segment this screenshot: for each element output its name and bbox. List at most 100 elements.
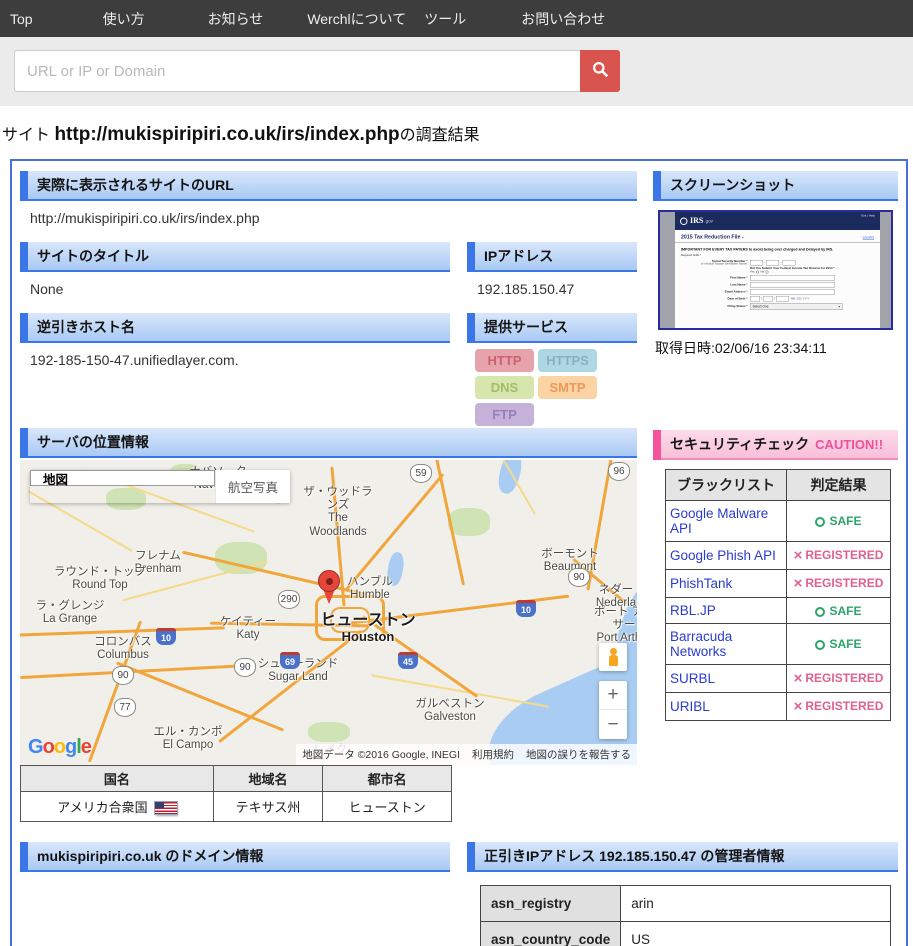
table-row: URIBL ×REGISTERED <box>666 693 891 721</box>
map-type-satellite-button[interactable]: 航空写真 <box>215 470 290 503</box>
registered-x-icon: × <box>794 575 803 592</box>
result-panel: 実際に表示されるサイトのURL http://mukispiripiri.co.… <box>10 159 908 946</box>
section-actual-url-header: 実際に表示されるサイトのURL <box>20 171 637 201</box>
geo-header-city: 都市名 <box>323 766 452 792</box>
site-screenshot-thumbnail[interactable]: IRS .gov Exit | Help 2015 Tax Reduction … <box>658 210 893 330</box>
caution-label: CAUTION!! <box>815 437 883 452</box>
map-data-credit: 地図データ ©2016 Google, INEGI <box>296 744 466 765</box>
blacklist-link[interactable]: URIBL <box>666 693 787 721</box>
section-site-title-header: サイトのタイトル <box>20 242 450 272</box>
route-shield: 77 <box>114 698 136 717</box>
page-title-url: http://mukispiripiri.co.uk/irs/index.php <box>54 124 399 145</box>
blacklist-link[interactable]: Google Malware API <box>666 501 787 542</box>
irs-page-title: 2015 Tax Reduction File - <box>681 234 744 240</box>
google-logo[interactable]: Google <box>28 736 91 759</box>
nav-item-about[interactable]: Werchlについて <box>307 9 406 29</box>
table-row: PhishTank ×REGISTERED <box>666 570 891 598</box>
site-title-value: None <box>20 272 450 313</box>
section-admin-info-header: 正引きIPアドレス 192.185.150.47 の管理者情報 <box>467 842 898 872</box>
route-shield: 290 <box>278 590 300 609</box>
irs-logo-icon <box>680 217 688 225</box>
route-shield: 45 <box>398 652 418 669</box>
map-place: ガルベストンGalveston <box>415 698 484 724</box>
geo-country-cell: アメリカ合衆国 <box>21 792 214 822</box>
asn-value: US <box>621 922 891 946</box>
map-city-label: ヒューストンHouston <box>320 612 415 645</box>
blacklist-link[interactable]: PhishTank <box>666 570 787 598</box>
blacklist-link[interactable]: RBL.JP <box>666 598 787 624</box>
result-safe: SAFE <box>787 501 891 542</box>
result-safe: SAFE <box>787 624 891 665</box>
table-row: SURBL ×REGISTERED <box>666 665 891 693</box>
nav-item-news[interactable]: お知らせ <box>208 9 264 29</box>
pegman-button[interactable] <box>599 643 627 671</box>
security-col-result: 判定結果 <box>787 470 891 501</box>
page-title: サイト http://mukispiripiri.co.uk/irs/index… <box>2 121 913 146</box>
result-registered: ×REGISTERED <box>787 570 891 598</box>
map-zoom-control: + − <box>599 681 627 739</box>
nav-item-contact[interactable]: お問い合わせ <box>521 9 605 29</box>
table-row: Barracuda Networks SAFE <box>666 624 891 665</box>
service-badges: HTTP HTTPS DNS SMTP FTP <box>467 343 599 428</box>
irs-filing-label: Filing Status * <box>675 305 750 308</box>
result-registered: ×REGISTERED <box>787 693 891 721</box>
geo-city-cell: ヒューストン <box>323 792 452 822</box>
registered-x-icon: × <box>794 698 803 715</box>
irs-exit-help: Exit | Help <box>861 215 875 218</box>
section-domain-info-header: mukispiripiri.co.uk のドメイン情報 <box>20 842 450 872</box>
section-screenshot-header: スクリーンショット <box>653 171 898 201</box>
geo-header-region: 地域名 <box>213 766 322 792</box>
asn-key: asn_registry <box>481 886 621 922</box>
irs-lang-link: español <box>863 236 874 240</box>
irs-email-label: Email Address * <box>675 290 750 293</box>
table-row: Google Phish API ×REGISTERED <box>666 542 891 570</box>
route-shield: 10 <box>156 628 176 645</box>
section-reverse-host-header: 逆引きホスト名 <box>20 313 450 343</box>
terms-link[interactable]: 利用規約 <box>466 744 520 765</box>
us-flag-icon <box>155 802 177 814</box>
blacklist-link[interactable]: SURBL <box>666 665 787 693</box>
search-input[interactable] <box>14 50 580 92</box>
route-shield: 96 <box>608 462 630 481</box>
safe-circle-icon <box>815 517 825 527</box>
table-row: asn_registry arin <box>481 886 891 922</box>
page-title-prefix: サイト <box>2 127 54 144</box>
badge-dns: DNS <box>475 376 534 399</box>
badge-ftp: FTP <box>475 403 534 426</box>
report-error-link[interactable]: 地図の誤りを報告する <box>520 744 637 765</box>
map-marker-pin[interactable] <box>318 570 340 604</box>
route-shield: 10 <box>516 600 536 617</box>
blacklist-link[interactable]: Barracuda Networks <box>666 624 787 665</box>
map-place: コロンバスColumbus <box>94 636 152 662</box>
badge-https: HTTPS <box>538 349 597 372</box>
map-attribution: 地図データ ©2016 Google, INEGI 利用規約 地図の誤りを報告す… <box>296 744 637 765</box>
search-button[interactable] <box>580 50 620 92</box>
security-check-table: ブラックリスト 判定結果 Google Malware API SAFE Goo… <box>665 469 891 721</box>
pegman-icon <box>608 648 618 666</box>
map-type-map-button[interactable]: 地図 <box>30 470 215 486</box>
asn-info-table: asn_registry arin asn_country_code US as… <box>480 885 891 946</box>
zoom-in-button[interactable]: + <box>599 681 627 710</box>
section-security-header: セキュリティチェックCAUTION!! <box>653 430 898 460</box>
capture-datetime: 取得日時:02/06/16 23:34:11 <box>655 338 898 358</box>
map-place: エル・カンポEl Campo <box>154 726 223 752</box>
server-location-map[interactable]: ナバソータNavasota ザ・ウッドランズThe Woodlands フレナム… <box>20 460 637 765</box>
irs-last-name-label: Last Name * <box>675 283 750 286</box>
irs-first-name-label: First Name * <box>675 276 750 279</box>
top-nav: Top 使い方 お知らせ Werchlについて ツール お問い合わせ <box>0 0 913 37</box>
map-type-switcher: 地図 航空写真 <box>30 470 290 503</box>
nav-item-usage[interactable]: 使い方 <box>103 9 145 29</box>
nav-item-top[interactable]: Top <box>10 11 33 27</box>
safe-circle-icon <box>815 640 825 650</box>
table-row: Google Malware API SAFE <box>666 501 891 542</box>
section-ip-header: IPアドレス <box>467 242 637 272</box>
registered-x-icon: × <box>794 547 803 564</box>
nav-item-tools[interactable]: ツール <box>424 9 466 29</box>
security-col-blacklist: ブラックリスト <box>666 470 787 501</box>
ip-value: 192.185.150.47 <box>467 272 637 313</box>
page-title-suffix: の調査結果 <box>400 127 480 144</box>
table-row: RBL.JP SAFE <box>666 598 891 624</box>
registered-x-icon: × <box>794 670 803 687</box>
blacklist-link[interactable]: Google Phish API <box>666 542 787 570</box>
zoom-out-button[interactable]: − <box>599 710 627 739</box>
